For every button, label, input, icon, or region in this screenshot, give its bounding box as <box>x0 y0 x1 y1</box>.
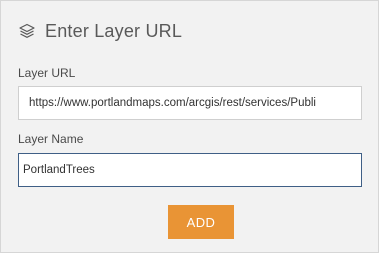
layers-icon <box>18 22 36 40</box>
panel-title: Enter Layer URL <box>45 20 183 41</box>
layer-url-input[interactable] <box>18 86 362 120</box>
layer-name-input[interactable] <box>18 153 362 187</box>
enter-layer-url-panel: Enter Layer URL Layer URL Layer Name ADD <box>0 0 379 253</box>
layer-name-label: Layer Name <box>18 132 84 146</box>
add-button[interactable]: ADD <box>168 205 234 239</box>
panel-header: Enter Layer URL <box>18 18 182 44</box>
layer-url-label: Layer URL <box>18 66 76 80</box>
